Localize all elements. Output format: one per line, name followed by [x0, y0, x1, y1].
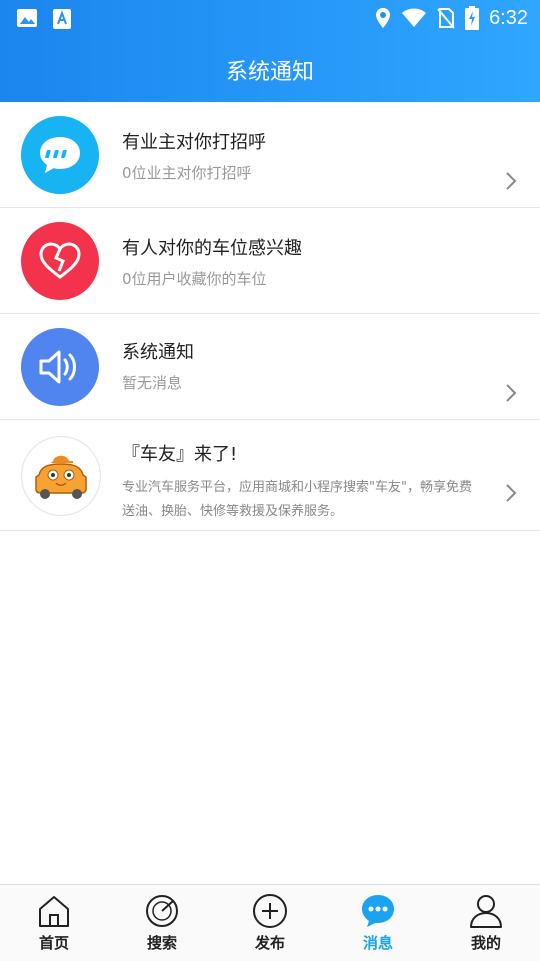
notification-title: 有业主对你打招呼: [122, 132, 266, 153]
font-icon: [53, 9, 71, 29]
add-icon: [253, 894, 287, 928]
no-sim-icon: [437, 8, 455, 29]
tab-publish[interactable]: 发布: [216, 885, 324, 961]
notification-list: 有业主对你打招呼 0位业主对你打招呼 有人对你的车位感兴趣 0位用户收藏你的车位…: [0, 102, 540, 531]
battery-charging-icon: [465, 6, 480, 30]
notification-title: 系统通知: [122, 342, 194, 363]
tab-messages[interactable]: 消息: [324, 885, 432, 961]
notification-description: 专业汽车服务平台，应用商城和小程序搜索"车友"，畅享免费送油、换胎、快修等救援及…: [122, 480, 472, 519]
chevron-right-icon: [506, 384, 517, 402]
notification-title: 有人对你的车位感兴趣: [122, 238, 302, 259]
tab-profile[interactable]: 我的: [432, 885, 540, 961]
speaker-icon: [21, 328, 99, 406]
page-title: 系统通知: [225, 60, 314, 85]
chevron-right-icon: [506, 484, 517, 502]
search-icon: [146, 895, 178, 927]
location-icon: [376, 8, 391, 28]
tab-label: 发布: [254, 934, 285, 952]
notification-greeting[interactable]: 有业主对你打招呼 0位业主对你打招呼: [0, 102, 540, 208]
tab-label: 我的: [470, 934, 501, 952]
notification-interest[interactable]: 有人对你的车位感兴趣 0位用户收藏你的车位: [0, 208, 540, 314]
broken-heart-icon: [21, 222, 99, 300]
tab-home[interactable]: 首页: [0, 885, 108, 961]
chevron-right-icon: [506, 172, 517, 190]
tab-label: 消息: [362, 934, 393, 952]
notification-subtitle: 0位业主对你打招呼: [122, 164, 252, 182]
tab-search[interactable]: 搜索: [108, 885, 216, 961]
wifi-icon: [402, 8, 427, 27]
profile-icon: [470, 895, 502, 928]
notification-subtitle: 0位用户收藏你的车位: [122, 270, 267, 288]
tab-label: 首页: [38, 934, 69, 952]
gallery-icon: [17, 9, 37, 27]
bottom-tab-bar: 首页 搜索 发布 消息 我的: [0, 884, 540, 961]
chat-bubble-icon: [21, 116, 99, 194]
notification-title: 『车友』来了!: [122, 444, 238, 465]
notification-subtitle: 暂无消息: [122, 374, 183, 392]
notification-system[interactable]: 系统通知 暂无消息: [0, 314, 540, 420]
tab-label: 搜索: [146, 934, 177, 952]
status-bar: 6:32: [0, 0, 540, 36]
app-header: 6:32 系统通知: [0, 0, 540, 102]
car-mascot-icon: [21, 436, 101, 516]
notification-promo[interactable]: 『车友』来了! 专业汽车服务平台，应用商城和小程序搜索"车友"，畅享免费送油、换…: [0, 420, 540, 531]
message-icon: [362, 895, 394, 927]
home-icon: [39, 896, 69, 927]
status-time: 6:32: [489, 6, 528, 29]
